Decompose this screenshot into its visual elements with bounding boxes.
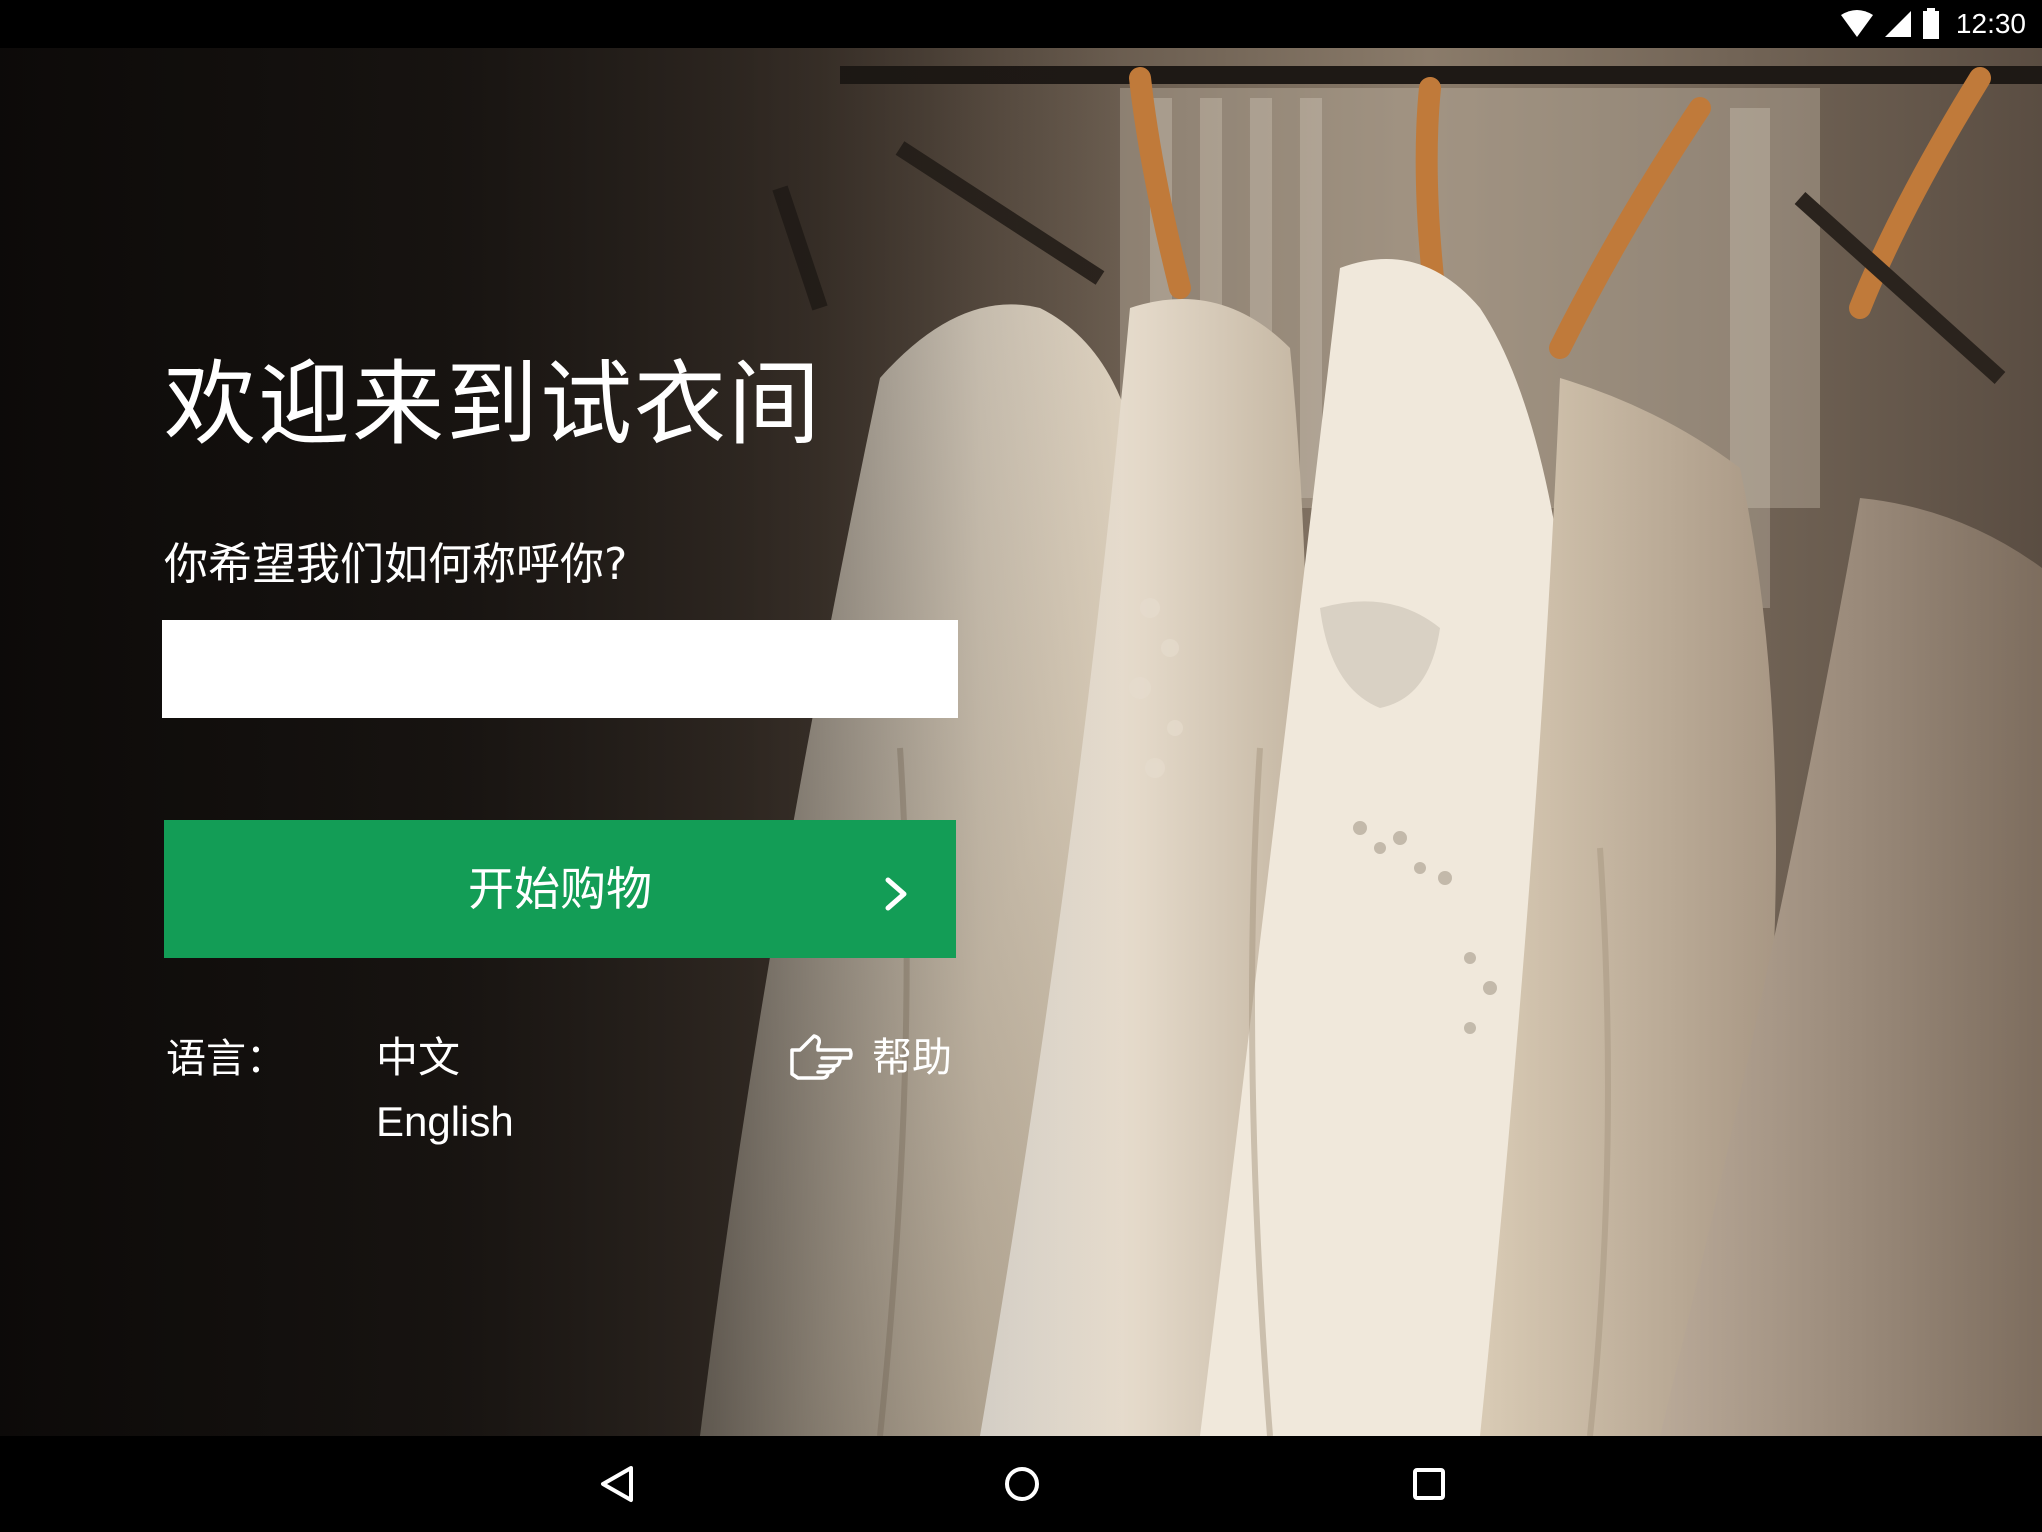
- language-option-chinese[interactable]: 中文: [376, 1024, 460, 1085]
- tablet-screen: 12:30 欢迎来到试衣间 你希望我们如何称呼你? 开始购物 语言： 中文 En…: [0, 0, 2042, 1532]
- wifi-icon: [1840, 10, 1873, 37]
- help-link[interactable]: 帮助: [788, 1026, 952, 1082]
- help-label: 帮助: [872, 1035, 952, 1081]
- status-icons: 12:30: [1840, 0, 2026, 48]
- navigation-bar: [0, 1436, 2042, 1532]
- recents-button[interactable]: [1395, 1450, 1463, 1518]
- pointing-hand-icon: [790, 1034, 853, 1080]
- cellular-signal-icon: [1884, 11, 1911, 37]
- status-time: 12:30: [1955, 8, 2026, 39]
- recents-icon: [1413, 1468, 1445, 1500]
- welcome-title: 欢迎来到试衣间: [164, 351, 823, 458]
- language-label: 语言：: [166, 1036, 286, 1082]
- name-input[interactable]: [162, 620, 958, 718]
- name-prompt: 你希望我们如何称呼你?: [164, 539, 628, 590]
- home-icon: [1005, 1467, 1039, 1501]
- start-shopping-button[interactable]: 开始购物: [164, 820, 956, 958]
- back-button[interactable]: [583, 1450, 651, 1518]
- background-photo: [0, 48, 2042, 1436]
- background-shade: [0, 48, 2042, 1436]
- status-bar: 12:30: [0, 0, 2042, 48]
- start-shopping-label: 开始购物: [468, 863, 652, 915]
- language-option-english[interactable]: English: [376, 1098, 514, 1146]
- chevron-right-icon: [885, 877, 907, 911]
- back-icon: [601, 1466, 633, 1502]
- battery-icon: [1922, 8, 1939, 39]
- home-button[interactable]: [988, 1450, 1056, 1518]
